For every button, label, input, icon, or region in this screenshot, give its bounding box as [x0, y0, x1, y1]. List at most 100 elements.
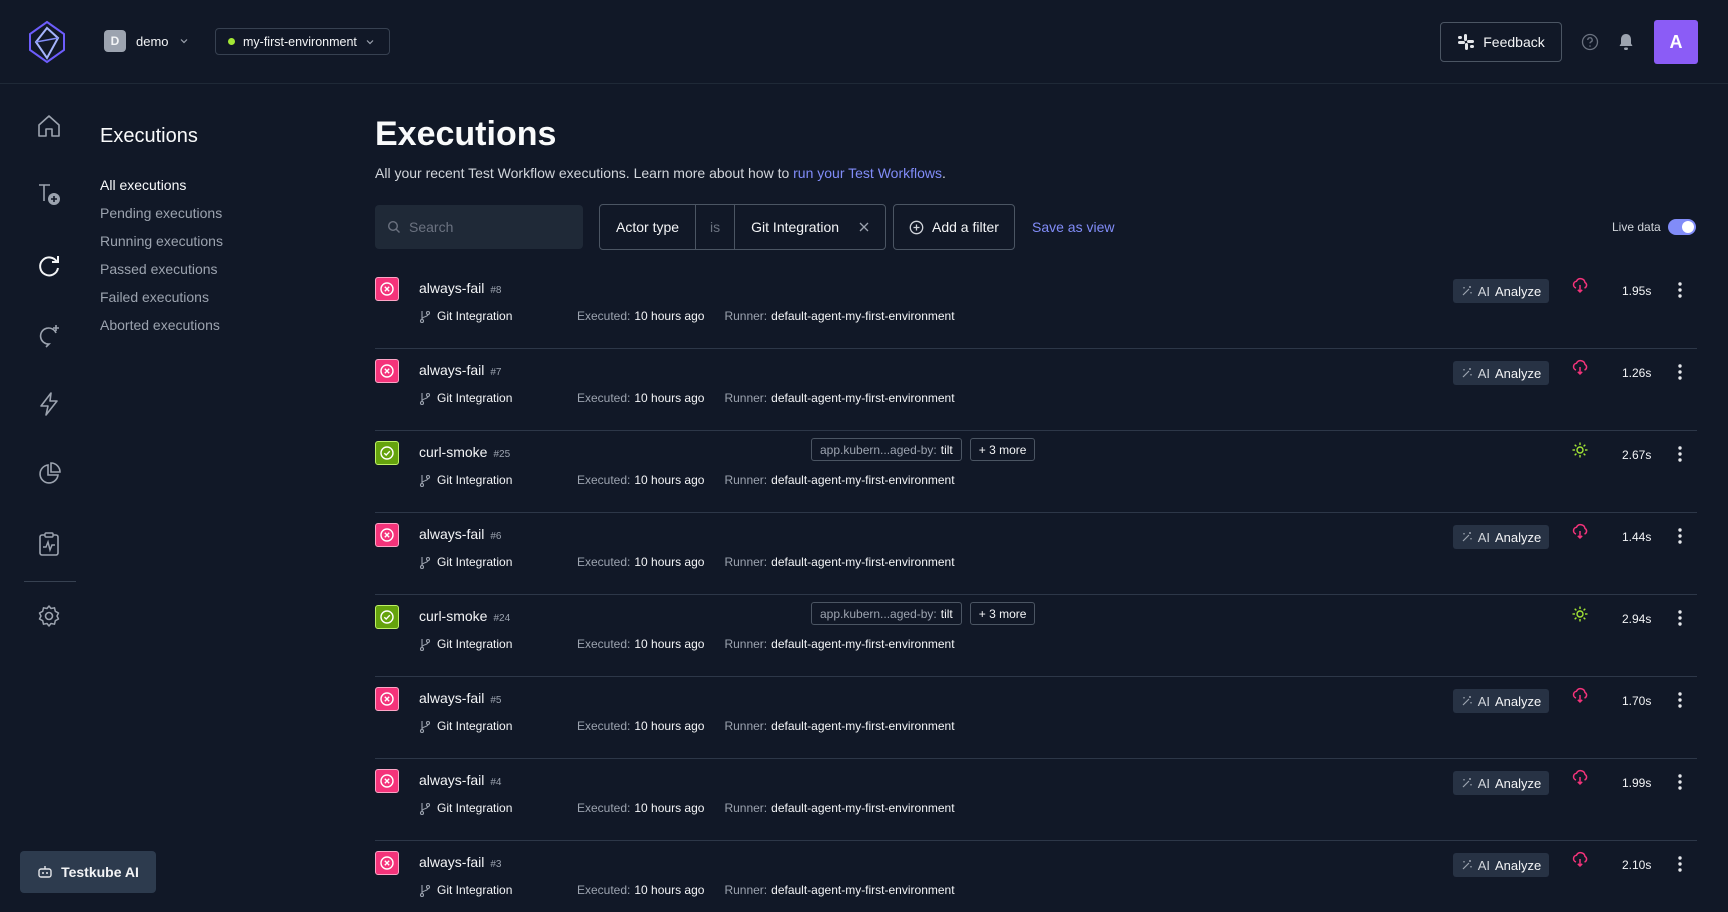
executed-value: 10 hours ago: [634, 719, 705, 733]
workflow-name[interactable]: always-fail #8: [419, 280, 501, 296]
git-branch-icon: [419, 802, 431, 815]
more-options-icon[interactable]: [1677, 363, 1683, 381]
workflow-name[interactable]: always-fail #7: [419, 362, 501, 378]
environment-switcher[interactable]: my-first-environment: [215, 28, 390, 55]
executed-label: Executed:: [577, 391, 631, 405]
execution-duration: 1.26s: [1622, 366, 1652, 380]
description-text: All your recent Test Workflow executions…: [375, 165, 794, 181]
more-options-icon[interactable]: [1677, 773, 1683, 791]
actor-type-filter[interactable]: Actor type is Git Integration: [599, 204, 887, 250]
execution-number: #24: [493, 613, 511, 624]
magic-wand-icon: [1462, 286, 1472, 296]
execution-row[interactable]: always-fail #5 Git Integration Executed: 10 …: [375, 677, 1697, 759]
subnav-item-all[interactable]: All executions: [100, 177, 223, 205]
status-badge: [375, 277, 399, 301]
search-box[interactable]: [375, 205, 583, 249]
workflow-name[interactable]: always-fail #4: [419, 772, 501, 788]
label-key: app.kubern...aged-by:: [820, 442, 937, 457]
ai-analyze-button[interactable]: AI Analyze: [1453, 853, 1549, 877]
execution-row[interactable]: always-fail #8 Git Integration Executed: 10 …: [375, 267, 1697, 349]
triggers-icon[interactable]: [36, 323, 62, 349]
ai-label: AI: [1477, 775, 1491, 791]
org-name: demo: [136, 33, 169, 49]
execution-meta: Git Integration Executed: 10 hours ago Runn…: [419, 719, 975, 733]
filter-operator[interactable]: is: [695, 205, 736, 249]
workflow-name[interactable]: always-fail #6: [419, 526, 501, 542]
execution-duration: 2.67s: [1622, 448, 1652, 462]
pie-chart-icon[interactable]: [36, 461, 62, 487]
gear-icon[interactable]: [36, 603, 62, 629]
workflow-name[interactable]: always-fail #5: [419, 690, 501, 706]
subnav-item-pending[interactable]: Pending executions: [100, 205, 223, 233]
ai-analyze-button[interactable]: AI Analyze: [1453, 689, 1549, 713]
help-icon[interactable]: [1581, 33, 1599, 51]
ai-analyze-button[interactable]: AI Analyze: [1453, 361, 1549, 385]
execution-duration: 1.70s: [1622, 694, 1652, 708]
page-description: All your recent Test Workflow executions…: [375, 165, 946, 181]
more-labels-button[interactable]: + 3 more: [969, 602, 1036, 625]
bell-icon[interactable]: [1617, 32, 1635, 52]
feedback-button[interactable]: Feedback: [1440, 22, 1562, 62]
save-as-view-link[interactable]: Save as view: [1032, 219, 1114, 235]
filter-field[interactable]: Actor type: [600, 205, 695, 249]
more-options-icon[interactable]: [1677, 527, 1683, 545]
execution-duration: 2.10s: [1622, 858, 1652, 872]
label-chip[interactable]: app.kubern...aged-by: tilt: [811, 602, 962, 625]
more-labels-button[interactable]: + 3 more: [969, 438, 1036, 461]
execution-row[interactable]: curl-smoke #25 Git Integration Executed: 10 …: [375, 431, 1697, 513]
search-input[interactable]: [409, 219, 569, 235]
x-circle-icon: [380, 528, 394, 542]
ai-analyze-button[interactable]: AI Analyze: [1453, 279, 1549, 303]
subnav-item-passed[interactable]: Passed executions: [100, 261, 223, 289]
label-chip[interactable]: app.kubern...aged-by: tilt: [811, 438, 962, 461]
more-options-icon[interactable]: [1677, 691, 1683, 709]
home-icon[interactable]: [36, 113, 62, 139]
more-options-icon[interactable]: [1677, 445, 1683, 463]
more-options-icon[interactable]: [1677, 855, 1683, 873]
workflow-name[interactable]: curl-smoke #24: [419, 608, 510, 624]
live-data-toggle[interactable]: [1668, 219, 1696, 235]
analyze-label: Analyze: [1495, 365, 1542, 381]
add-filter-button[interactable]: Add a filter: [893, 204, 1015, 250]
subnav-item-failed[interactable]: Failed executions: [100, 289, 223, 317]
user-avatar[interactable]: A: [1654, 20, 1698, 64]
execution-number: #3: [490, 859, 502, 870]
execution-row[interactable]: always-fail #4 Git Integration Executed: 10 …: [375, 759, 1697, 841]
analyze-label: Analyze: [1495, 857, 1542, 873]
subnav-item-aborted[interactable]: Aborted executions: [100, 317, 223, 345]
workflow-name[interactable]: always-fail #3: [419, 854, 501, 870]
org-switcher[interactable]: D demo: [104, 30, 189, 52]
execution-row[interactable]: curl-smoke #24 Git Integration Executed: 10 …: [375, 595, 1697, 677]
add-workflow-icon[interactable]: [36, 181, 62, 207]
filter-value-wrap[interactable]: Git Integration: [735, 205, 885, 249]
workflow-name[interactable]: curl-smoke #25: [419, 444, 510, 460]
live-data-label: Live data: [1612, 220, 1661, 234]
execution-row[interactable]: always-fail #7 Git Integration Executed: 10 …: [375, 349, 1697, 431]
testkube-ai-button[interactable]: Testkube AI: [20, 851, 156, 893]
lightning-icon[interactable]: [36, 391, 62, 417]
close-icon[interactable]: [859, 222, 869, 232]
runner-value: default-agent-my-first-environment: [771, 391, 955, 405]
ai-analyze-button[interactable]: AI Analyze: [1453, 771, 1549, 795]
check-circle-icon: [380, 446, 394, 460]
org-avatar: D: [104, 30, 126, 52]
executions-icon[interactable]: [36, 253, 62, 279]
execution-meta: Git Integration Executed: 10 hours ago Runn…: [419, 637, 975, 651]
top-bar: D demo my-first-environment Feedback A: [0, 0, 1728, 84]
run-workflows-link[interactable]: run your Test Workflows: [793, 165, 942, 181]
subnav-item-running[interactable]: Running executions: [100, 233, 223, 261]
execution-row[interactable]: always-fail #6 Git Integration Executed: 10 …: [375, 513, 1697, 595]
execution-duration: 2.94s: [1622, 612, 1652, 626]
execution-row[interactable]: always-fail #3 Git Integration Executed: 10 …: [375, 841, 1697, 912]
execution-meta: Git Integration Executed: 10 hours ago Runn…: [419, 391, 975, 405]
test-report-icon[interactable]: [36, 531, 62, 557]
more-options-icon[interactable]: [1677, 609, 1683, 627]
execution-labels: app.kubern...aged-by: tilt + 3 more: [811, 602, 1036, 625]
testkube-logo-icon[interactable]: [28, 20, 66, 64]
ai-analyze-button[interactable]: AI Analyze: [1453, 525, 1549, 549]
git-branch-icon: [419, 310, 431, 323]
more-options-icon[interactable]: [1677, 281, 1683, 299]
execution-meta: Git Integration Executed: 10 hours ago Runn…: [419, 473, 975, 487]
execution-number: #7: [490, 367, 502, 378]
workflow-name-text: curl-smoke: [419, 444, 488, 460]
